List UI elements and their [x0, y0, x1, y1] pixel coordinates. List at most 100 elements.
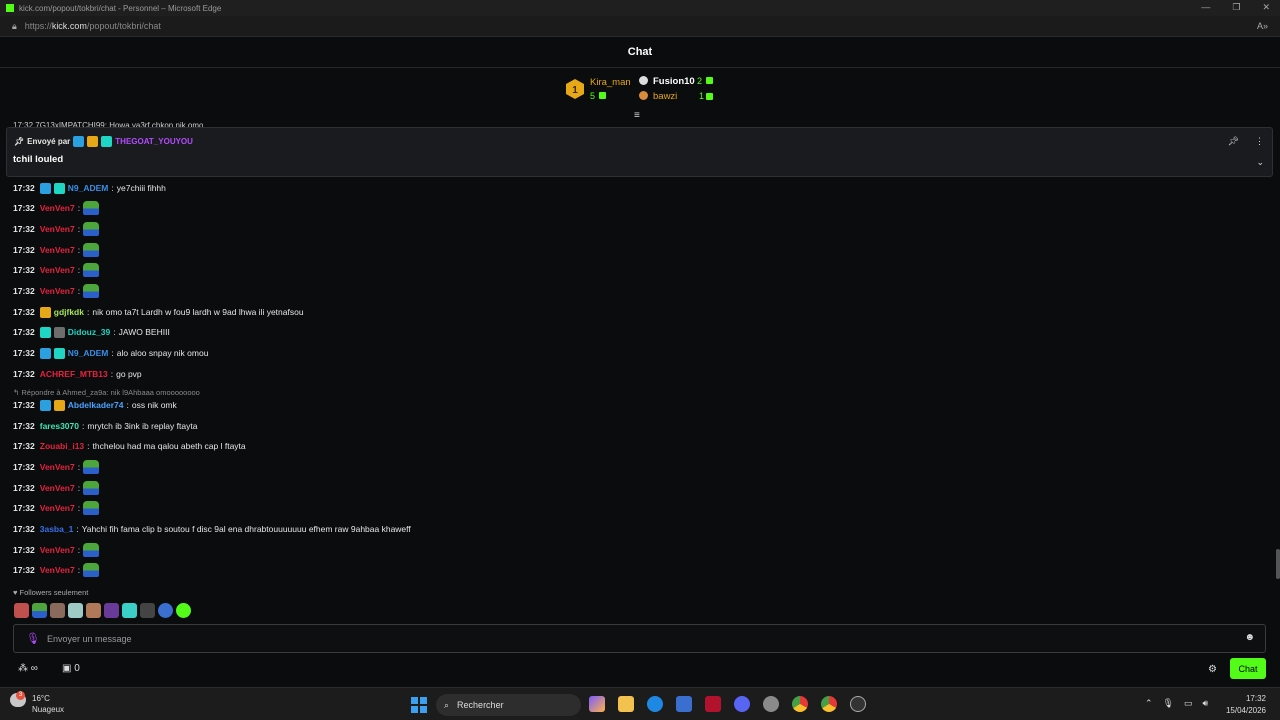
close-icon[interactable]: ✕ [1262, 2, 1270, 13]
more-options-icon[interactable]: ⋮ [1255, 136, 1264, 147]
chrome-icon[interactable] [821, 696, 837, 712]
message-username[interactable]: Didouz_39 [68, 327, 111, 337]
message-time: 17:32 [13, 421, 35, 431]
pepe-emote-icon[interactable] [83, 243, 100, 257]
browser-title-bar: kick.com/popout/tokbri/chat - Personnel … [0, 0, 1280, 16]
leader-second-name[interactable]: Fusion10 [653, 76, 695, 87]
send-chat-button[interactable]: Chat [1230, 658, 1266, 679]
message-username[interactable]: N9_ADEM [68, 348, 109, 358]
message-username[interactable]: VenVen7 [40, 203, 75, 213]
message-time: 17:32 [13, 400, 35, 410]
pepe-emote-icon[interactable] [83, 201, 100, 215]
emote-icon[interactable] [176, 603, 191, 618]
microphone-tray-icon[interactable]: 🎙︎ [1163, 698, 1174, 709]
clock-time: 17:32 [1245, 694, 1266, 703]
message-separator: : [77, 203, 81, 213]
message-input[interactable] [47, 630, 1227, 648]
message-time: 17:32 [13, 286, 35, 296]
pepe-emote-icon[interactable] [83, 284, 100, 298]
emoji-picker-icon[interactable]: ☻ [1244, 632, 1255, 643]
kick-points-icon[interactable]: ⁂ ∞ [18, 663, 38, 674]
message-username[interactable]: VenVen7 [40, 245, 75, 255]
gear-icon[interactable]: ⚙ [1208, 664, 1217, 675]
badge-icon [101, 136, 113, 147]
address-bar[interactable]: 🔒︎ https://kick.com/popout/tokbri/chat A… [0, 16, 1280, 37]
emote-icon[interactable] [32, 603, 47, 618]
pinned-username[interactable]: THEGOAT_YOUYOU [115, 137, 193, 146]
emote-icon[interactable] [86, 603, 101, 618]
message-username[interactable]: ACHREF_MTB13 [40, 369, 108, 379]
emote-icon[interactable] [122, 603, 137, 618]
message-username[interactable]: VenVen7 [40, 224, 75, 234]
kicks-icon [706, 77, 713, 84]
message-input-box[interactable]: 🎙︎ ☻ [13, 624, 1266, 653]
taskbar-search[interactable]: ⌕ Rechercher [436, 694, 581, 716]
store-icon[interactable] [676, 696, 692, 712]
reply-context[interactable]: ↰ Répondre à Ahmed_za9a: nik l9Ahbaaa om… [13, 388, 200, 397]
chat-message: 17:32 VenVen7: [13, 481, 100, 495]
message-username[interactable]: VenVen7 [40, 503, 75, 513]
collapse-leaderboard-icon[interactable]: ≡ [634, 110, 640, 121]
volume-icon[interactable]: 🔊︎ [1203, 698, 1209, 709]
gift-icon[interactable]: ▣ 0 [62, 663, 80, 674]
chat-message: 17:32 VenVen7: [13, 284, 100, 298]
message-separator: : [111, 348, 114, 358]
edge-icon[interactable] [647, 696, 663, 712]
network-icon[interactable]: ▭ [1184, 698, 1193, 709]
pepe-emote-icon[interactable] [83, 222, 100, 236]
chevron-down-icon[interactable]: ⌄ [1256, 157, 1264, 168]
message-username[interactable]: gdjfkdk [54, 307, 84, 317]
scrollbar[interactable] [1276, 549, 1280, 579]
message-username[interactable]: VenVen7 [40, 286, 75, 296]
chat-message: 17:32 ACHREF_MTB13: go pvp [13, 367, 142, 381]
cloud-icon: 3 [10, 691, 26, 707]
chrome-icon[interactable] [792, 696, 808, 712]
message-text: JAWO BEHIII [118, 327, 170, 337]
message-username[interactable]: VenVen7 [40, 462, 75, 472]
message-username[interactable]: Abdelkader74 [68, 400, 124, 410]
pepe-emote-icon[interactable] [83, 563, 100, 577]
leader-first-name[interactable]: Kira_man [590, 77, 631, 88]
discord-icon[interactable] [734, 696, 750, 712]
message-username[interactable]: VenVen7 [40, 265, 75, 275]
obs-icon[interactable] [850, 696, 866, 712]
leader-first-count: 5 [590, 91, 596, 101]
pepe-emote-icon[interactable] [83, 263, 100, 277]
emote-icon[interactable] [50, 603, 65, 618]
emote-icon[interactable] [140, 603, 155, 618]
system-tray: ⌃ 🎙︎ ▭ 🔊︎ [1145, 698, 1208, 709]
emote-icon[interactable] [158, 603, 173, 618]
leader-third-name[interactable]: bawzi [653, 91, 677, 102]
taskbar-clock[interactable]: 17:32 15/04/2026 [1226, 693, 1266, 717]
pepe-emote-icon[interactable] [83, 501, 100, 515]
emote-icon[interactable] [68, 603, 83, 618]
message-username[interactable]: VenVen7 [40, 483, 75, 493]
microphone-icon[interactable]: 🎙︎ [26, 632, 40, 645]
chat-message: 17:32 VenVen7: [13, 201, 100, 215]
weather-widget[interactable]: 3 16°C Nuageux [10, 691, 64, 715]
windows-start-icon[interactable] [411, 697, 427, 713]
chevron-up-icon[interactable]: ⌃ [1145, 698, 1153, 709]
message-username[interactable]: N9_ADEM [68, 183, 109, 193]
message-username[interactable]: VenVen7 [40, 565, 75, 575]
emote-icon[interactable] [104, 603, 119, 618]
message-username[interactable]: VenVen7 [40, 545, 75, 555]
restore-icon[interactable]: ❐ [1232, 2, 1240, 13]
pepe-emote-icon[interactable] [83, 543, 100, 557]
message-username[interactable]: fares3070 [40, 421, 79, 431]
message-username[interactable]: Zouabi_i13 [40, 441, 84, 451]
chat-message: 17:32 3asba_1: Yahchi fih fama clip b sout… [13, 522, 411, 536]
pepe-emote-icon[interactable] [83, 481, 100, 495]
minimize-icon[interactable]: — [1201, 2, 1210, 13]
settings-icon[interactable] [763, 696, 779, 712]
lock-icon[interactable]: 🔒︎ [12, 21, 17, 32]
app-icon[interactable] [705, 696, 721, 712]
file-explorer-icon[interactable] [618, 696, 634, 712]
unpin-icon[interactable]: 📌︎ [1228, 136, 1239, 147]
read-aloud-icon[interactable]: A» [1257, 21, 1268, 31]
url-domain: kick.com [51, 21, 87, 31]
copilot-icon[interactable] [589, 696, 605, 712]
emote-icon[interactable] [14, 603, 29, 618]
pepe-emote-icon[interactable] [83, 460, 100, 474]
message-username[interactable]: 3asba_1 [40, 524, 74, 534]
